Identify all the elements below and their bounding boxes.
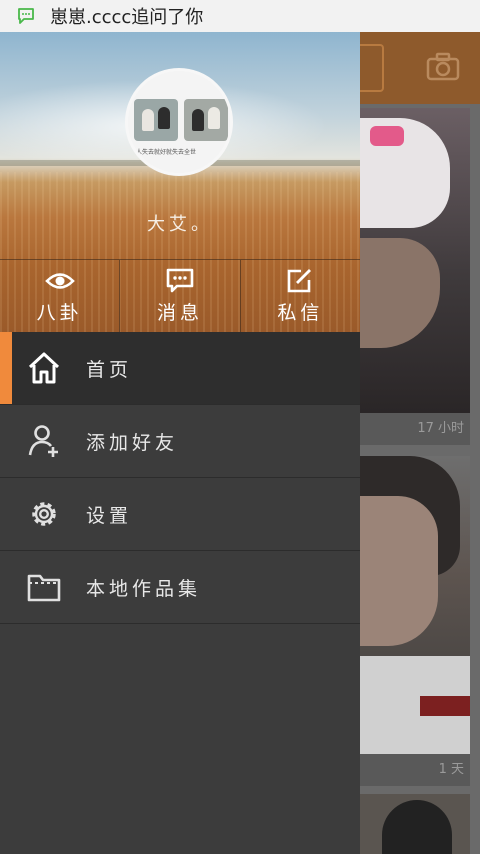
- photo-shirt-stripe: [420, 696, 470, 716]
- message-icon: [166, 268, 194, 293]
- avatar-figure: [158, 107, 170, 129]
- avatar-photo-left: [134, 99, 178, 141]
- menu-item-label: 首页: [86, 358, 133, 381]
- menu-item-label: 添加好友: [86, 431, 179, 454]
- add-friend-icon: [28, 425, 58, 457]
- profile-header: 人失去就好就失去全世 大艾。 八卦 消息 私信: [0, 32, 360, 332]
- photo-hair: [382, 800, 452, 854]
- avatar-figure: [192, 109, 204, 131]
- feed-photo-card[interactable]: [360, 794, 470, 854]
- username[interactable]: 大艾。: [0, 210, 360, 236]
- camera-icon[interactable]: [426, 52, 460, 82]
- settings-gear-icon: [32, 502, 56, 526]
- status-bar: 崽崽.cccc追问了你: [0, 0, 480, 32]
- profile-tabs: 八卦 消息 私信: [0, 259, 360, 332]
- background-topbar-box: [360, 44, 384, 92]
- tab-private-message[interactable]: 私信: [241, 260, 360, 332]
- avatar-caption: 人失去就好就失去全世: [136, 149, 197, 155]
- background-topbar: [360, 32, 480, 104]
- folder-icon: [27, 574, 61, 602]
- menu-item-label: 设置: [86, 504, 133, 527]
- feed-time-label: 17 小时: [360, 413, 470, 445]
- photo-bow: [370, 126, 404, 146]
- menu-item-label: 本地作品集: [86, 577, 202, 600]
- photo-face: [360, 238, 440, 348]
- home-icon: [28, 352, 60, 384]
- chat-bubble-icon: [18, 8, 34, 24]
- menu-item-settings[interactable]: 设置: [0, 478, 360, 551]
- photo-hat: [360, 118, 450, 228]
- tab-messages[interactable]: 消息: [120, 260, 241, 332]
- menu-item-add-friend[interactable]: 添加好友: [0, 405, 360, 478]
- eye-icon: [44, 273, 75, 289]
- photo-shirt: [360, 656, 470, 754]
- avatar-figure: [142, 109, 154, 131]
- feed-time-label: 1 天: [360, 754, 470, 786]
- tab-label: 八卦: [36, 302, 83, 324]
- menu-item-local-gallery[interactable]: 本地作品集: [0, 551, 360, 624]
- feed-photo-card[interactable]: [360, 456, 470, 754]
- background-feed[interactable]: 17 小时 1 天: [360, 32, 480, 854]
- avatar-figure: [208, 107, 220, 129]
- avatar-photo-right: [184, 99, 228, 141]
- photo-face: [360, 496, 438, 646]
- notification-text: 崽崽.cccc追问了你: [50, 7, 204, 28]
- avatar[interactable]: 人失去就好就失去全世: [125, 68, 233, 176]
- feed-photo-card[interactable]: [360, 108, 470, 413]
- tab-gossip[interactable]: 八卦: [0, 260, 121, 332]
- menu-item-home[interactable]: 首页: [0, 332, 360, 405]
- compose-icon: [288, 269, 312, 293]
- tab-label: 私信: [277, 302, 324, 324]
- navigation-drawer: 人失去就好就失去全世 大艾。 八卦 消息 私信 首页 添加好友 设置 本地作品集: [0, 32, 360, 854]
- drawer-menu: 首页 添加好友 设置 本地作品集: [0, 332, 360, 624]
- tab-label: 消息: [156, 302, 203, 324]
